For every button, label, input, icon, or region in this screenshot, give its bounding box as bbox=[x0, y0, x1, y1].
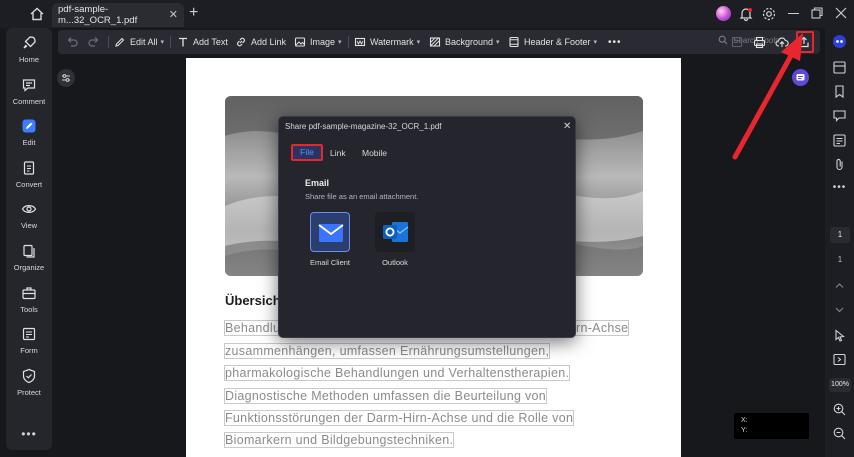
right-rail-more-icon[interactable]: ••• bbox=[832, 182, 847, 197]
rail-item-convert[interactable]: Convert bbox=[6, 160, 52, 189]
user-avatar[interactable] bbox=[716, 6, 731, 21]
text-line-1-end[interactable]: rn-Achse bbox=[574, 320, 630, 336]
share-tab-file[interactable]: File bbox=[291, 144, 323, 161]
comments-panel-icon[interactable] bbox=[832, 108, 847, 123]
page-heading[interactable]: Übersich bbox=[225, 293, 281, 308]
text-line-3[interactable]: pharmakologische Behandlungen und Verhal… bbox=[223, 365, 571, 381]
window-minimize-icon[interactable] bbox=[788, 13, 799, 14]
select-cursor-icon[interactable] bbox=[832, 328, 847, 343]
window-restore-icon[interactable] bbox=[810, 6, 826, 22]
edit-all-icon bbox=[115, 37, 125, 47]
edit-toolbar: Edit All ▾ Add Text Add Link Image ▾ Water… bbox=[58, 30, 820, 54]
document-tab[interactable]: pdf-sample-m...32_OCR_1.pdf ✕ bbox=[52, 3, 184, 27]
add-link-button[interactable]: Add Link bbox=[235, 35, 286, 49]
rail-item-protect[interactable]: Protect bbox=[6, 368, 52, 397]
cursor-coordinates: X: Y: bbox=[734, 413, 809, 439]
rail-item-home[interactable]: Home bbox=[6, 35, 52, 64]
total-pages: 1 bbox=[837, 255, 843, 264]
zoom-out-icon[interactable] bbox=[832, 426, 847, 441]
text-icon bbox=[179, 37, 187, 47]
window-close-icon[interactable] bbox=[834, 6, 850, 22]
chevron-down-icon: ▾ bbox=[416, 39, 421, 46]
annotation-arrow-icon bbox=[725, 30, 815, 165]
document-tab-title: pdf-sample-m...32_OCR_1.pdf bbox=[58, 4, 138, 26]
rocket-icon bbox=[21, 35, 37, 51]
shield-icon bbox=[21, 368, 37, 384]
edit-all-button[interactable]: Edit All ▾ bbox=[114, 35, 164, 49]
rail-item-organize[interactable]: Organize bbox=[6, 243, 52, 272]
header-footer-button[interactable]: Header & Footer ▾ bbox=[508, 35, 597, 49]
bell-icon[interactable] bbox=[738, 6, 754, 22]
tab-close-icon[interactable]: ✕ bbox=[169, 8, 178, 21]
image-button[interactable]: Image ▾ bbox=[294, 35, 342, 49]
rail-item-view[interactable]: View bbox=[6, 201, 52, 230]
share-tab-link[interactable]: Link bbox=[330, 148, 346, 158]
link-icon bbox=[237, 37, 245, 47]
text-line-4[interactable]: Diagnostische Methoden umfassen die Beur… bbox=[223, 388, 548, 404]
properties-panel-icon[interactable] bbox=[832, 60, 847, 75]
rail-item-form[interactable]: Form bbox=[6, 326, 52, 355]
rail-item-tools[interactable]: Tools bbox=[6, 285, 52, 314]
share-section-description: Share file as an email attachment. bbox=[305, 192, 419, 201]
text-line-1[interactable]: Behandlu bbox=[223, 320, 282, 336]
add-text-button[interactable]: Add Text bbox=[177, 35, 228, 49]
watermark-icon bbox=[354, 37, 366, 47]
envelope-icon bbox=[310, 212, 350, 252]
background-icon bbox=[429, 37, 441, 47]
share-dialog-title: Share pdf-sample-magazine-32_OCR_1.pdf bbox=[285, 122, 442, 131]
watermark-button[interactable]: Watermark ▾ bbox=[354, 35, 420, 49]
page-settings-button[interactable] bbox=[57, 69, 75, 87]
edit-icon bbox=[21, 118, 37, 134]
form-icon bbox=[21, 326, 37, 342]
text-line-5[interactable]: Funktionsstörungen der Darm-Hirn-Achse u… bbox=[223, 410, 575, 426]
chevron-down-icon: ▾ bbox=[160, 39, 165, 46]
current-page-input[interactable]: 1 bbox=[830, 227, 850, 243]
text-line-6[interactable]: Biomarkern und Bildgebungstechniken. bbox=[223, 432, 455, 448]
undo-icon[interactable] bbox=[66, 35, 82, 49]
share-dialog: Share pdf-sample-magazine-32_OCR_1.pdf ✕… bbox=[278, 116, 576, 338]
convert-icon bbox=[21, 160, 37, 176]
toolbar-divider bbox=[108, 36, 109, 48]
rail-item-comment[interactable]: Comment bbox=[6, 77, 52, 106]
ai-logo-icon[interactable] bbox=[832, 34, 847, 49]
zoom-level[interactable]: 100% bbox=[829, 378, 851, 392]
toolbox-icon bbox=[21, 285, 37, 301]
outlook-icon bbox=[375, 212, 415, 252]
home-icon[interactable] bbox=[29, 6, 45, 22]
fit-page-icon[interactable] bbox=[832, 352, 847, 367]
eye-icon bbox=[21, 201, 37, 217]
email-client-option[interactable]: Email Client bbox=[300, 212, 360, 267]
chevron-down-icon: ▾ bbox=[593, 39, 598, 46]
thumbnails-icon[interactable] bbox=[832, 133, 847, 148]
toolbar-more-icon[interactable]: ••• bbox=[608, 35, 622, 49]
rail-more-icon[interactable]: ••• bbox=[6, 427, 52, 441]
redo-icon[interactable] bbox=[88, 35, 104, 49]
dialog-close-icon[interactable]: ✕ bbox=[563, 121, 571, 132]
rail-item-edit[interactable]: Edit bbox=[6, 118, 52, 147]
page-up-icon[interactable] bbox=[832, 278, 847, 293]
page-down-icon[interactable] bbox=[832, 302, 847, 317]
share-section-title: Email bbox=[305, 178, 330, 188]
attachment-icon[interactable] bbox=[832, 157, 847, 172]
header-footer-icon bbox=[509, 36, 519, 48]
image-icon bbox=[294, 37, 306, 47]
settings-gear-icon[interactable] bbox=[761, 6, 777, 22]
zoom-in-icon[interactable] bbox=[832, 402, 847, 417]
organize-icon bbox=[21, 243, 37, 259]
bookmark-icon[interactable] bbox=[832, 84, 847, 99]
toolbar-divider bbox=[348, 36, 349, 48]
sliders-icon bbox=[62, 74, 70, 82]
comment-icon bbox=[21, 77, 37, 93]
left-navigation-rail: Home Comment Edit Convert View Organize bbox=[6, 28, 52, 450]
text-line-2[interactable]: zusammenhängen, umfassen Ernährungsumste… bbox=[223, 343, 551, 359]
new-tab-icon[interactable]: + bbox=[189, 5, 198, 21]
share-tab-mobile[interactable]: Mobile bbox=[362, 148, 387, 158]
background-button[interactable]: Background ▾ bbox=[429, 35, 500, 49]
outlook-option[interactable]: Outlook bbox=[365, 212, 425, 267]
title-bar: pdf-sample-m...32_OCR_1.pdf ✕ + bbox=[0, 0, 854, 28]
chevron-down-icon: ▾ bbox=[338, 39, 342, 46]
chevron-down-icon: ▾ bbox=[496, 39, 500, 46]
toolbar-divider bbox=[170, 36, 171, 48]
